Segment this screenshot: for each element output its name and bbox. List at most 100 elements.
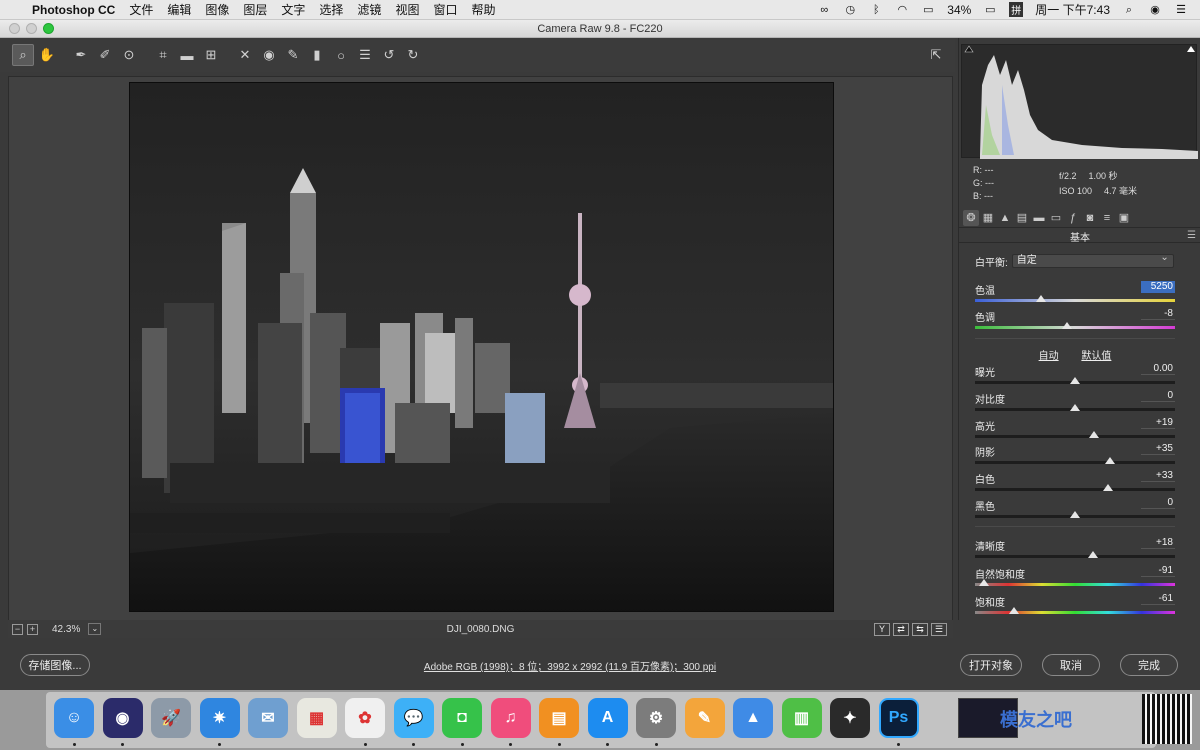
slider-value-field[interactable]: -8 [1141, 308, 1175, 320]
snapshots-tab-icon[interactable]: ▣ [1116, 210, 1132, 226]
slider-value-field[interactable]: +35 [1141, 443, 1175, 455]
preview-area[interactable] [8, 76, 953, 638]
white-balance-select[interactable]: 自定 [1011, 252, 1174, 268]
menu-filter[interactable]: 滤镜 [357, 1, 381, 18]
lens-corrections-tab-icon[interactable]: ▭ [1048, 210, 1064, 226]
basic-tab-icon[interactable]: ❂ [963, 209, 979, 226]
battery-icon[interactable]: ▭ [983, 4, 997, 16]
zoom-out-button[interactable]: − [12, 623, 23, 635]
slider-value-field[interactable]: -91 [1141, 565, 1175, 577]
slider-thumb[interactable] [1088, 551, 1098, 558]
slider-value-field[interactable]: 0 [1141, 390, 1175, 402]
straighten-tool-icon[interactable]: ▬ [176, 44, 198, 66]
creative-cloud-icon[interactable]: ∞ [817, 4, 831, 16]
slider-value-field[interactable]: 0.00 [1141, 363, 1175, 375]
calendar-photos-dock-icon[interactable]: ▦ [296, 698, 337, 738]
slider-value-field[interactable]: +33 [1141, 470, 1175, 482]
preferences-tool-icon[interactable]: ☰ [354, 44, 376, 66]
radial-filter-tool-icon[interactable]: ○ [330, 44, 352, 66]
white-balance-tool-icon[interactable]: ✒ [70, 44, 92, 66]
menu-layer[interactable]: 图层 [243, 1, 267, 18]
app-menu[interactable]: Photoshop CC [32, 3, 115, 17]
wifi-icon[interactable]: ◠ [895, 4, 909, 16]
transform-tool-icon[interactable]: ⊞ [200, 44, 222, 66]
slider-thumb[interactable] [1036, 295, 1046, 302]
copy-settings-button[interactable]: ⇆ [912, 622, 928, 636]
menu-image[interactable]: 图像 [205, 1, 229, 18]
final-cut-dock-icon[interactable]: ✦ [830, 698, 870, 738]
spotlight-search-icon[interactable]: ⌕ [1122, 4, 1136, 16]
keynote-dock-icon[interactable]: ▲ [733, 698, 773, 738]
slider-track[interactable] [975, 435, 1175, 438]
photos-dock-icon[interactable]: ✿ [345, 698, 385, 738]
battery-percent[interactable]: 34% [947, 3, 971, 17]
swap-settings-button[interactable]: ⇄ [893, 622, 909, 636]
app-store-dock-icon[interactable]: A [587, 698, 628, 738]
auto-button[interactable]: 自动 [1039, 351, 1059, 362]
pages-dock-icon[interactable]: ✎ [684, 698, 725, 738]
finder-dock-icon[interactable]: ☺ [54, 698, 94, 738]
zoom-in-button[interactable]: + [27, 623, 38, 635]
cancel-button[interactable]: 取消 [1042, 654, 1100, 676]
slider-value-field[interactable]: +19 [1141, 417, 1175, 429]
open-object-button[interactable]: 打开对象 [960, 654, 1022, 676]
hsl-tab-icon[interactable]: ▤ [1014, 210, 1030, 226]
menu-type[interactable]: 文字 [281, 1, 305, 18]
slider-thumb[interactable] [1009, 607, 1019, 614]
slider-track[interactable] [975, 611, 1175, 614]
slider-track[interactable] [975, 488, 1175, 491]
zoom-dropdown[interactable]: ⌄ [88, 623, 102, 635]
slider-track[interactable] [975, 583, 1175, 586]
slider-thumb[interactable] [1103, 484, 1113, 491]
safari-dock-icon[interactable]: ✷ [199, 698, 240, 738]
photoshop-dock-icon[interactable]: Ps [878, 698, 919, 738]
slider-value-field[interactable]: 5250 [1141, 281, 1175, 293]
default-button[interactable]: 默认值 [1081, 351, 1111, 362]
split-toning-tab-icon[interactable]: ▬ [1031, 210, 1047, 226]
clock[interactable]: 周一 下午7:43 [1035, 1, 1110, 18]
preview-dock-icon[interactable]: ✉ [248, 698, 288, 738]
siri-dock-icon[interactable]: ◉ [102, 698, 143, 738]
toggle-fullscreen-icon[interactable]: ⇱ [925, 44, 947, 66]
tone-curve-tab-icon[interactable]: ▦ [980, 210, 996, 226]
slider-track[interactable] [975, 326, 1175, 329]
notification-center-icon[interactable]: ☰ [1174, 4, 1188, 16]
effects-tab-icon[interactable]: ƒ [1065, 210, 1081, 226]
toggle-settings-button[interactable]: ☰ [931, 622, 947, 636]
rotate-left-icon[interactable]: ↺ [378, 44, 400, 66]
slider-thumb[interactable] [1070, 377, 1080, 384]
zoom-tool-icon[interactable]: ⌕ [12, 44, 34, 66]
crop-tool-icon[interactable]: ⌗ [152, 44, 174, 66]
slider-value-field[interactable]: 0 [1141, 497, 1175, 509]
slider-thumb[interactable] [1089, 431, 1099, 438]
rotate-right-icon[interactable]: ↻ [402, 44, 424, 66]
camera-calibration-tab-icon[interactable]: ◙ [1082, 210, 1098, 226]
slider-value-field[interactable]: -61 [1141, 593, 1175, 605]
slider-thumb[interactable] [1070, 511, 1080, 518]
graduated-filter-tool-icon[interactable]: ▮ [306, 44, 328, 66]
bluetooth-icon[interactable]: ᛒ [869, 4, 883, 16]
slider-thumb[interactable] [979, 579, 989, 586]
menu-help[interactable]: 帮助 [471, 1, 495, 18]
launchpad-dock-icon[interactable]: 🚀 [151, 698, 191, 738]
menu-window[interactable]: 窗口 [433, 1, 457, 18]
ibooks-dock-icon[interactable]: ▤ [539, 698, 579, 738]
photo-preview[interactable] [129, 82, 834, 612]
system-preferences-dock-icon[interactable]: ⚙ [636, 698, 676, 738]
menu-file[interactable]: 文件 [129, 1, 153, 18]
slider-track[interactable] [975, 461, 1175, 464]
itunes-dock-icon[interactable]: ♫ [490, 698, 531, 738]
before-after-view-button[interactable]: Y [874, 622, 890, 636]
messages-dock-icon[interactable]: 💬 [393, 698, 434, 738]
slider-thumb[interactable] [1070, 404, 1080, 411]
detail-tab-icon[interactable]: ▲ [997, 210, 1013, 226]
spot-removal-tool-icon[interactable]: ✕ [234, 44, 256, 66]
menu-select[interactable]: 选择 [319, 1, 343, 18]
done-button[interactable]: 完成 [1120, 654, 1178, 676]
color-sampler-tool-icon[interactable]: ✐ [94, 44, 116, 66]
facetime-dock-icon[interactable]: ◘ [442, 698, 482, 738]
adjustment-brush-tool-icon[interactable]: ✎ [282, 44, 304, 66]
numbers-dock-icon[interactable]: ▥ [781, 698, 822, 738]
time-machine-icon[interactable]: ◷ [843, 4, 857, 16]
slider-track[interactable] [975, 555, 1175, 558]
